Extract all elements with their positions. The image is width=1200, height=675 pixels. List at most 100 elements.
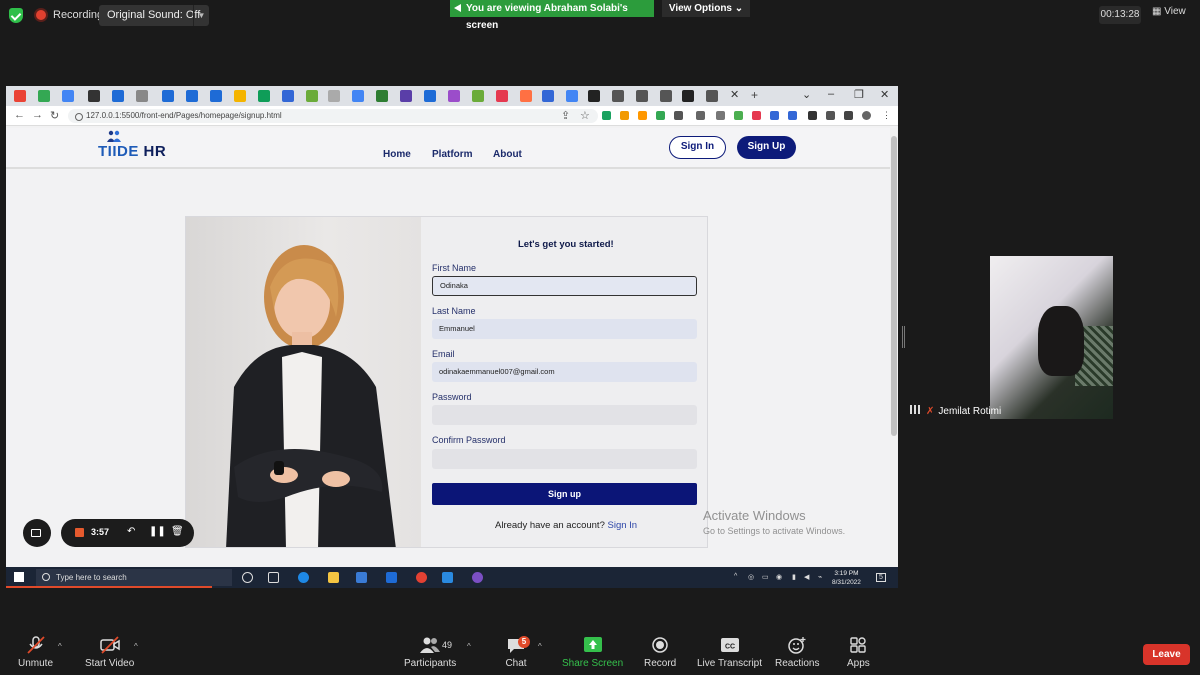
live-transcript-button[interactable]: CC Live Transcript <box>697 636 762 669</box>
tab-icon[interactable] <box>186 90 198 102</box>
edge-icon[interactable] <box>298 572 309 583</box>
tab-icon[interactable] <box>306 90 318 102</box>
tab-icon[interactable] <box>210 90 222 102</box>
mail-icon[interactable] <box>386 572 397 583</box>
cortana-icon[interactable] <box>242 572 253 583</box>
participants-caret-icon[interactable]: ^ <box>467 642 471 651</box>
signup-submit-button[interactable]: Sign up <box>432 483 697 505</box>
tab-icon[interactable] <box>612 90 624 102</box>
forward-icon[interactable]: → <box>32 109 43 121</box>
puzzle-extensions-icon[interactable] <box>826 111 835 120</box>
tab-icon[interactable] <box>88 90 100 102</box>
chevron-down-icon[interactable]: ▼ <box>193 5 209 26</box>
extension-icon[interactable] <box>602 111 611 120</box>
tray-icon[interactable]: ◉ <box>776 573 782 581</box>
network-icon[interactable]: ⌁ <box>818 573 822 581</box>
new-tab-button[interactable]: + <box>751 88 758 102</box>
header-sign-up-button[interactable]: Sign Up <box>737 136 796 159</box>
gmail-tab-icon[interactable] <box>14 90 26 102</box>
menu-dots-icon[interactable]: ⋮ <box>882 111 891 120</box>
share-screen-button[interactable]: Share Screen <box>562 636 623 669</box>
video-options-caret-icon[interactable]: ^ <box>134 642 138 651</box>
tab-icon[interactable] <box>448 90 460 102</box>
confirm-password-input[interactable] <box>432 449 697 469</box>
reload-icon[interactable]: ↻ <box>50 109 59 122</box>
tab-icon[interactable] <box>136 90 148 102</box>
view-button[interactable]: ▦ View <box>1152 6 1186 17</box>
start-video-button[interactable]: Start Video <box>85 636 134 669</box>
original-sound-toggle[interactable]: Original Sound: Off ▼ <box>99 5 209 26</box>
chat-caret-icon[interactable]: ^ <box>538 642 542 651</box>
tab-icon[interactable] <box>38 90 50 102</box>
tab-icon[interactable] <box>660 90 672 102</box>
resize-handle[interactable] <box>902 326 905 348</box>
extension-icon[interactable] <box>674 111 683 120</box>
tab-icon[interactable] <box>520 90 532 102</box>
scrollbar-thumb[interactable] <box>891 136 897 436</box>
file-explorer-icon[interactable] <box>328 572 339 583</box>
participant-video[interactable] <box>990 256 1113 419</box>
bookmark-star-icon[interactable]: ☆ <box>580 109 590 122</box>
tab-icon[interactable] <box>62 90 74 102</box>
extension-icon[interactable] <box>808 111 817 120</box>
vscode-icon[interactable] <box>442 572 453 583</box>
tab-icon[interactable] <box>636 90 648 102</box>
taskbar-clock[interactable]: 3:19 PM 8/31/2022 <box>832 569 861 587</box>
maximize-icon[interactable]: ❐ <box>854 88 864 101</box>
volume-icon[interactable]: ◀ <box>804 573 809 581</box>
tab-icon[interactable] <box>706 90 718 102</box>
leave-button[interactable]: Leave <box>1143 644 1190 665</box>
close-window-icon[interactable]: ✕ <box>880 88 889 101</box>
tab-icon[interactable] <box>112 90 124 102</box>
email-input[interactable]: odinakaemmanuel007@gmail.com <box>432 362 697 382</box>
google-tab-icon[interactable] <box>352 90 364 102</box>
tab-icon[interactable] <box>282 90 294 102</box>
site-logo[interactable]: TIIDE HR <box>98 143 166 160</box>
extension-icon[interactable] <box>770 111 779 120</box>
unmute-button[interactable]: Unmute <box>18 636 53 669</box>
pause-icon[interactable]: ❚❚ <box>149 526 166 537</box>
tab-icon[interactable] <box>472 90 484 102</box>
tab-icon[interactable] <box>234 90 246 102</box>
extension-icon[interactable] <box>656 111 665 120</box>
google-tab-icon[interactable] <box>566 90 578 102</box>
tab-icon[interactable] <box>162 90 174 102</box>
tab-icon[interactable] <box>424 90 436 102</box>
sign-in-link[interactable]: Sign In <box>608 520 638 531</box>
github-tab-icon[interactable] <box>682 90 694 102</box>
record-button[interactable]: Record <box>644 636 676 669</box>
chrome-icon[interactable] <box>416 572 427 583</box>
sidebar-icon[interactable] <box>844 111 853 120</box>
tab-icon[interactable] <box>496 90 508 102</box>
reactions-button[interactable]: Reactions <box>775 636 819 669</box>
url-input[interactable]: 127.0.0.1:5500/front-end/Pages/homepage/… <box>68 109 598 123</box>
share-icon[interactable]: ⇪ <box>561 109 570 122</box>
nav-home[interactable]: Home <box>383 149 411 160</box>
stop-recording-icon[interactable] <box>75 528 84 537</box>
close-tab-icon[interactable]: ✕ <box>730 88 739 101</box>
minimize-icon[interactable]: – <box>828 88 834 100</box>
apps-button[interactable]: Apps <box>847 636 870 669</box>
page-scrollbar[interactable] <box>890 128 898 568</box>
mic-tray-icon[interactable]: ▮ <box>792 573 796 581</box>
tab-search-icon[interactable]: ⌄ <box>802 88 811 101</box>
tab-icon[interactable] <box>588 90 600 102</box>
security-shield-icon[interactable] <box>9 8 23 23</box>
drive-tab-icon[interactable] <box>258 90 270 102</box>
extension-icon[interactable] <box>716 111 725 120</box>
view-options-button[interactable]: View Options ⌄ <box>662 0 750 17</box>
notifications-icon[interactable]: 5 <box>876 573 886 582</box>
tray-icon[interactable]: ◎ <box>748 573 754 581</box>
extension-icon[interactable] <box>752 111 761 120</box>
github-desktop-icon[interactable] <box>472 572 483 583</box>
taskbar-search[interactable]: Type here to search <box>36 569 232 586</box>
tab-icon[interactable] <box>400 90 412 102</box>
profile-avatar[interactable] <box>862 111 871 120</box>
tray-icon[interactable]: ▭ <box>762 573 769 581</box>
back-icon[interactable]: ← <box>14 109 25 121</box>
password-input[interactable] <box>432 405 697 425</box>
trash-icon[interactable]: 🗑 <box>171 526 184 537</box>
header-sign-in-button[interactable]: Sign In <box>669 136 726 159</box>
first-name-input[interactable]: Odinaka <box>432 276 697 296</box>
tray-chevron-icon[interactable]: ^ <box>734 573 737 580</box>
